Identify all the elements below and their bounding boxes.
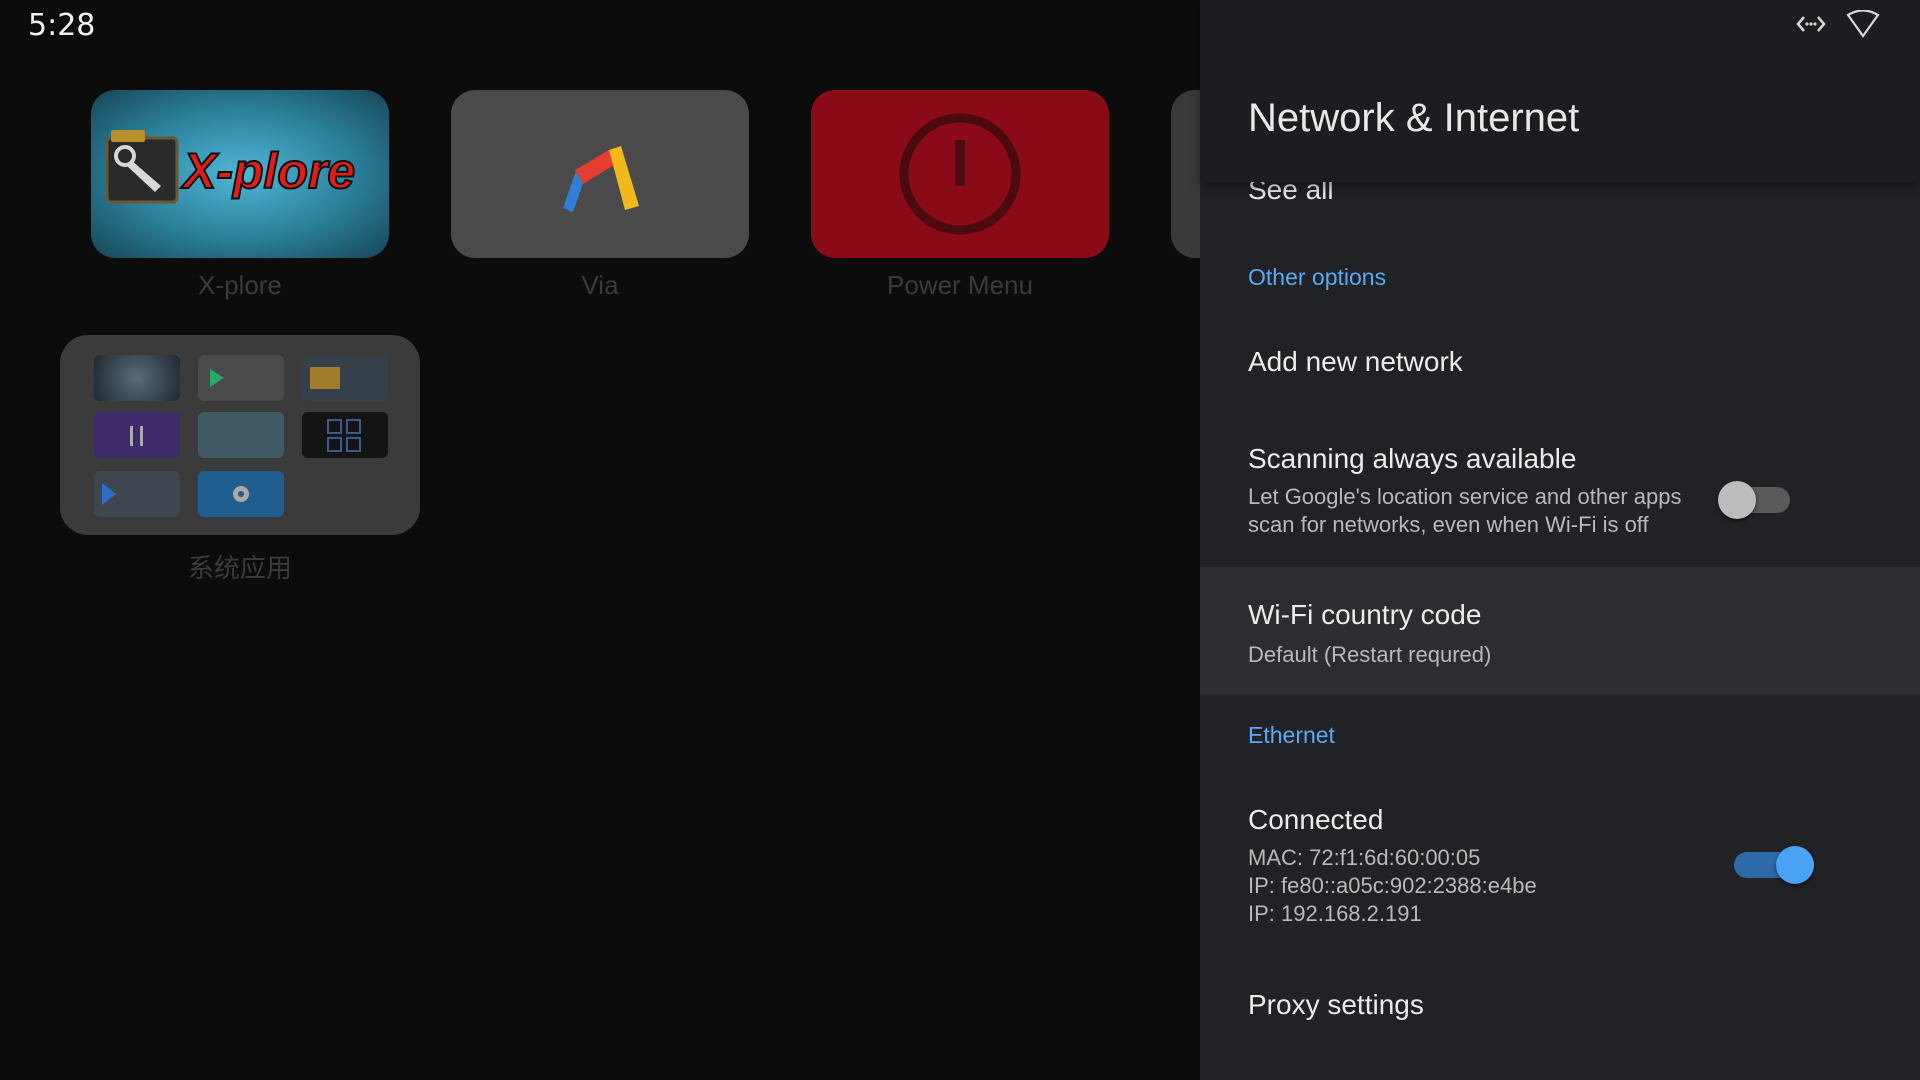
equalizer-icon (94, 412, 180, 458)
wifi-status-icon (1846, 10, 1880, 38)
status-clock: 5:28 (28, 8, 96, 43)
scanning-toggle[interactable] (1718, 481, 1790, 519)
add-network-label: Add new network (1248, 346, 1463, 377)
ethernet-toggle-knob (1776, 846, 1814, 884)
file-browser-icon (302, 355, 388, 401)
country-code-value: Default (Restart requred) (1248, 642, 1492, 667)
ethernet-connected-item[interactable]: Connected MAC: 72:f1:6d:60:00:05 IP: fe8… (1200, 780, 1920, 940)
scanning-title: Scanning always available (1248, 443, 1577, 474)
scanning-always-available-item[interactable]: Scanning always available Let Google's l… (1200, 425, 1920, 555)
ethernet-mac-address: MAC: 72:f1:6d:60:00:05 (1248, 845, 1481, 870)
svg-text:X-plore: X-plore (180, 143, 355, 199)
proxy-settings-item[interactable]: Proxy settings (1200, 965, 1920, 1045)
system-apps-folder[interactable] (60, 335, 420, 535)
scanning-toggle-knob (1718, 481, 1756, 519)
power-icon (899, 113, 1021, 235)
via-app-label: Via (581, 270, 619, 300)
other-options-header: Other options (1248, 264, 1387, 290)
scanning-description-line1: Let Google's location service and other … (1248, 484, 1682, 509)
ethernet-toggle[interactable] (1734, 846, 1814, 884)
page-title: Network & Internet (1248, 96, 1580, 140)
launcher-background: 5:28 X-plore X-plore Via Power Menu 系统应用 (0, 0, 1211, 1080)
add-network-item[interactable]: Add new network (1200, 320, 1920, 410)
grid-apps-icon (302, 412, 388, 458)
xplore-app-label: X-plore (198, 270, 282, 300)
ethernet-ipv4-address: IP: 192.168.2.191 (1248, 901, 1422, 926)
ethernet-status-title: Connected (1248, 804, 1384, 835)
power-menu-app-tile[interactable] (811, 90, 1109, 258)
system-apps-folder-label: 系统应用 (187, 554, 292, 584)
settings-gear-icon (94, 355, 180, 401)
ethernet-status-icon (1796, 16, 1826, 32)
wifi-country-code-item[interactable]: Wi-Fi country code Default (Restart requ… (1200, 567, 1920, 695)
status-icons (1796, 10, 1880, 38)
network-settings-panel: Network & Internet See all Other options… (1200, 0, 1920, 1080)
xplore-logo-icon: X-plore (105, 130, 356, 204)
country-code-title: Wi-Fi country code (1248, 599, 1482, 630)
proxy-settings-label: Proxy settings (1248, 989, 1424, 1020)
google-play-store-icon (198, 355, 284, 401)
ethernet-header: Ethernet (1248, 722, 1335, 748)
ethernet-ipv6-address: IP: fe80::a05c:902:2388:e4be (1248, 873, 1537, 898)
media-app-icon (198, 471, 284, 517)
gallery-app-icon (198, 412, 284, 458)
via-app-tile[interactable] (451, 90, 749, 258)
xplore-app-tile[interactable]: X-plore (91, 90, 389, 258)
keyboard-app-icon (94, 471, 180, 517)
power-menu-app-label: Power Menu (887, 270, 1033, 300)
scanning-description-line2: scan for networks, even when Wi-Fi is of… (1248, 512, 1649, 537)
panel-header: Network & Internet (1200, 0, 1920, 182)
via-logo-icon (563, 146, 639, 212)
